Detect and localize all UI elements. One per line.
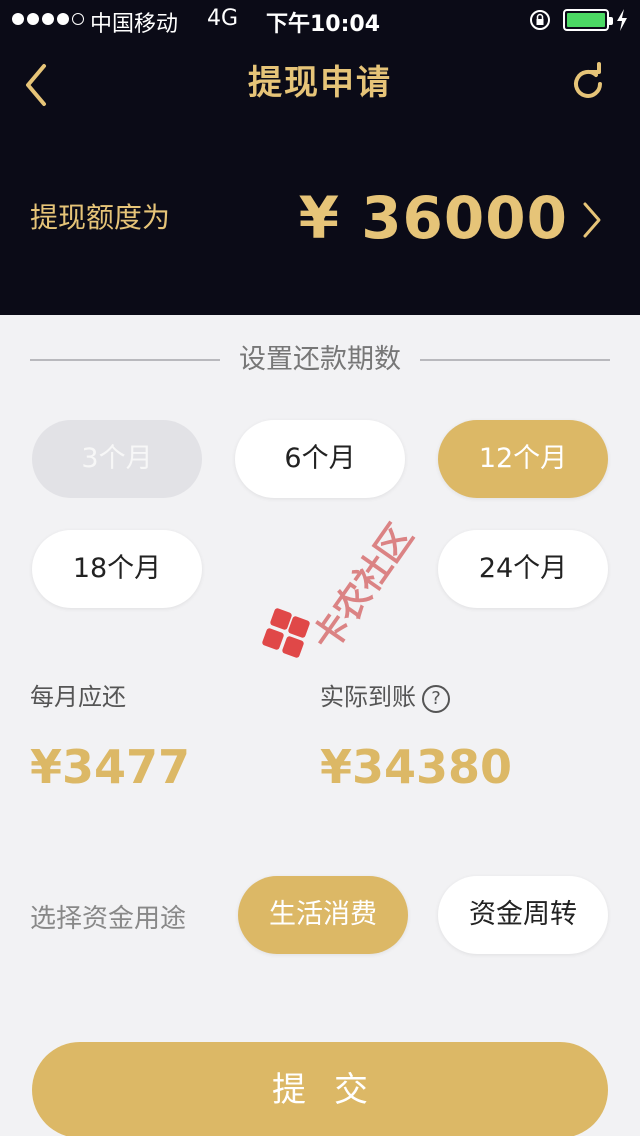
monthly-payment-amount: ¥3477 <box>30 740 191 794</box>
period-option-3: 3个月 <box>32 420 202 498</box>
divider-right <box>420 359 610 361</box>
refresh-icon[interactable] <box>566 62 610 106</box>
period-option-12[interactable]: 12个月 <box>438 420 608 498</box>
watermark-logo: 卡农社区 <box>258 480 422 670</box>
purpose-label: 选择资金用途 <box>30 904 187 934</box>
repayment-section-title: 设置还款期数 <box>30 340 610 380</box>
charging-icon <box>617 9 627 31</box>
carrier-name: 中国移动 <box>90 12 179 37</box>
chevron-right-icon[interactable] <box>580 198 604 242</box>
status-time: 下午10:04 <box>266 12 381 37</box>
monthly-payment-label: 每月应还 <box>30 683 126 711</box>
actual-received-label: 实际到账? <box>320 677 450 713</box>
network-type: 4G <box>207 6 239 31</box>
rotation-lock-icon <box>530 10 550 30</box>
help-question-icon[interactable]: ? <box>422 685 450 713</box>
period-option-24[interactable]: 24个月 <box>438 530 608 608</box>
period-option-18[interactable]: 18个月 <box>32 530 202 608</box>
purpose-option-turnover[interactable]: 资金周转 <box>438 876 608 954</box>
submit-button[interactable]: 提交 <box>32 1042 608 1136</box>
quota-amount[interactable]: ¥ 36000 <box>299 184 568 252</box>
status-bar: 中国移动 4G 下午10:04 <box>0 0 640 40</box>
signal-strength-icon <box>12 13 84 25</box>
actual-received-amount: ¥34380 <box>320 740 513 794</box>
purpose-option-living[interactable]: 生活消费 <box>238 876 408 954</box>
page-title: 提现申请 <box>248 63 392 103</box>
battery-icon <box>563 9 613 31</box>
header-panel: 中国移动 4G 下午10:04 提现申请 提现额度为 ¥ 36000 <box>0 0 640 315</box>
actual-received-text: 实际到账 <box>320 683 416 711</box>
quota-label: 提现额度为 <box>30 201 171 234</box>
watermark-text: 卡农社区 <box>305 517 422 659</box>
